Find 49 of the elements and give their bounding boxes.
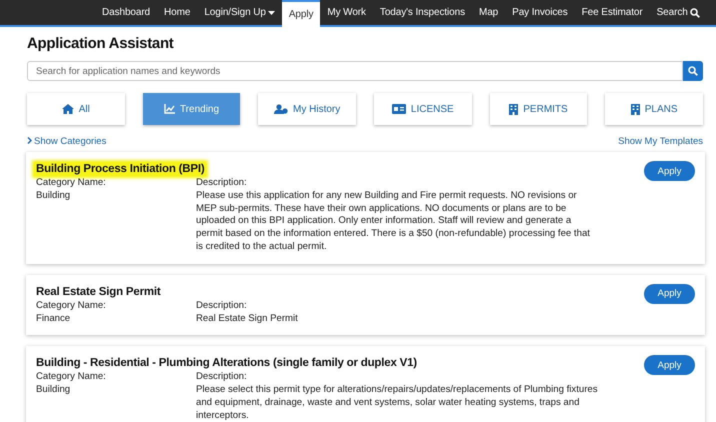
id-card-icon xyxy=(392,104,406,114)
category-label: Category Name: xyxy=(36,371,107,384)
search-icon xyxy=(688,66,698,76)
nav-link[interactable]: Pay Invoices xyxy=(505,0,575,25)
home-icon xyxy=(62,104,74,114)
description-text: Please use this application for any new Building and Fire permit requests. NO revisions or MEP sub-permits. These have their own applications. NO documents or plans are to be uploaded on this BPI application. Only enter information. Staff will review and generate a permit based on the information entered. There is a $50 (non-refundable) processing fee that is credited to the actual permit. xyxy=(196,190,591,254)
apply-button[interactable]: Apply xyxy=(644,161,695,181)
apply-button[interactable]: Apply xyxy=(644,355,695,376)
category-label: Category Name: xyxy=(36,300,107,313)
page-title: Application Assistant xyxy=(27,35,174,52)
category-value: Finance xyxy=(36,312,72,326)
description-text: Please select this permit type for alterations/repairs/updates/replacements of Plumbing fixtures and equipment, drainage, waste and vent systems, solar water heating systems, traps and interceptors. xyxy=(196,384,598,422)
nav-link[interactable]: My Work xyxy=(320,0,373,25)
category-tab[interactable]: All xyxy=(27,93,125,125)
application-title: Building - Residential - Plumbing Alterations (single family or duplex V1) xyxy=(35,356,418,370)
user-icon xyxy=(274,104,288,114)
show-categories-link[interactable]: Show Categories xyxy=(27,136,106,147)
nav-link[interactable]: Today's Inspections xyxy=(372,0,472,25)
category-tab[interactable]: PLANS xyxy=(605,93,703,125)
chevron-icon xyxy=(27,137,32,144)
search-field[interactable]: Search for application names and keywords xyxy=(27,61,683,81)
caret-icon xyxy=(268,10,275,14)
nav-link[interactable]: Home xyxy=(157,0,198,25)
nav-link[interactable]: Apply xyxy=(282,0,320,27)
description-label: Description: xyxy=(196,371,248,384)
nav-link[interactable]: Search xyxy=(650,0,707,25)
category-tab[interactable]: PERMITS xyxy=(490,93,588,125)
nav-link[interactable]: Map xyxy=(472,0,506,25)
description-label: Description: xyxy=(196,300,248,313)
building-icon xyxy=(509,104,518,114)
search-button[interactable] xyxy=(683,61,703,81)
description-label: Description: xyxy=(196,177,248,190)
category-tab[interactable]: My History xyxy=(258,93,356,125)
line-chart-icon xyxy=(164,104,175,114)
application-title: Building Process Initiation (BPI) xyxy=(34,162,206,176)
category-label: Category Name: xyxy=(36,177,107,190)
category-tab[interactable]: LICENSE xyxy=(374,93,472,125)
nav-link[interactable]: Login/Sign Up xyxy=(197,0,282,25)
description-text: Real Estate Sign Permit xyxy=(196,312,299,326)
search-icon xyxy=(690,8,700,18)
apply-button[interactable]: Apply xyxy=(644,284,695,304)
building-icon xyxy=(630,104,640,114)
category-value: Building xyxy=(36,190,72,203)
category-tab[interactable]: Trending xyxy=(142,93,240,125)
category-value: Building xyxy=(36,384,72,398)
application-title: Real Estate Sign Permit xyxy=(35,284,162,299)
show-templates-link[interactable]: Show My Templates xyxy=(618,136,703,147)
nav-link[interactable]: Dashboard xyxy=(95,0,158,25)
nav-link[interactable]: Fee Estimator xyxy=(574,0,650,25)
